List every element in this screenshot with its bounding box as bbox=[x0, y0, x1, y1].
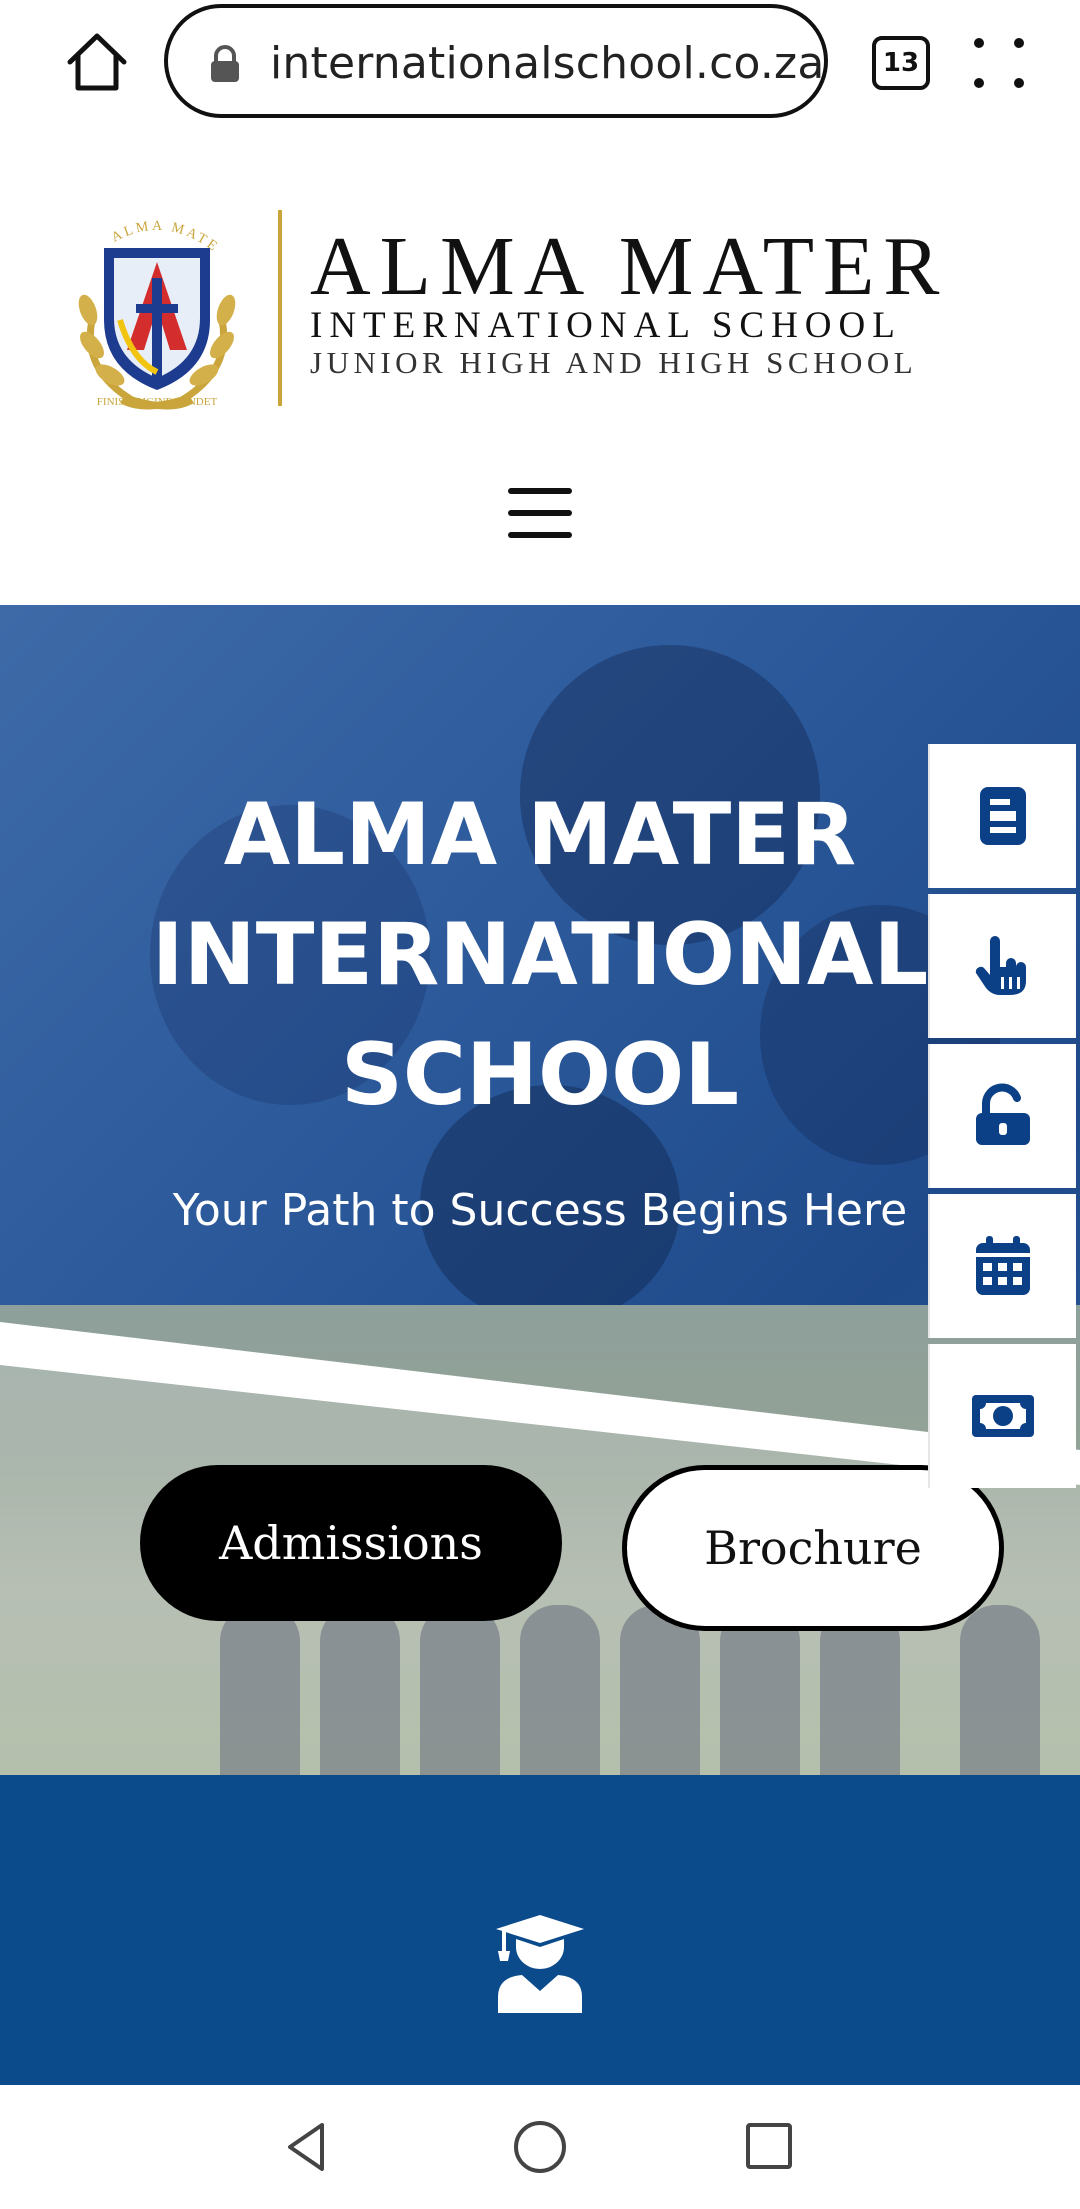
features-section bbox=[0, 1775, 1080, 2085]
pointer-hand-icon bbox=[975, 936, 1026, 995]
more-menu-icon[interactable] bbox=[974, 34, 1034, 94]
system-navigation-bar bbox=[0, 2085, 1080, 2209]
hero-banner: ALMA MATER INTERNATIONAL SCHOOL Your Pat… bbox=[0, 605, 1080, 1775]
hero-title-line: SCHOOL bbox=[340, 1025, 740, 1125]
home-icon[interactable] bbox=[62, 28, 132, 98]
hamburger-menu-icon[interactable] bbox=[508, 488, 572, 540]
school-crest-logo[interactable]: ALMA MATER FINIS ORIGINE PENDET bbox=[62, 200, 252, 412]
browser-toolbar: internationalschool.co.za 13 bbox=[0, 0, 1080, 130]
admissions-button[interactable]: Admissions bbox=[140, 1465, 562, 1621]
home-nav-icon[interactable] bbox=[514, 2121, 566, 2173]
crest-motto-top: ALMA MATER bbox=[62, 200, 219, 256]
tabs-counter-button[interactable]: 13 bbox=[872, 36, 930, 90]
graduate-icon bbox=[496, 1915, 584, 2013]
side-link-enrol[interactable] bbox=[928, 894, 1076, 1038]
logo-divider bbox=[278, 210, 282, 406]
side-link-calendar[interactable] bbox=[928, 1194, 1076, 1338]
hero-title-line: ALMA MATER bbox=[223, 785, 857, 885]
lock-icon bbox=[211, 45, 239, 82]
side-link-fees[interactable] bbox=[928, 1344, 1076, 1488]
hero-title-line: INTERNATIONAL bbox=[151, 905, 929, 1005]
side-quick-links bbox=[928, 744, 1080, 1494]
unlock-icon bbox=[976, 1083, 1030, 1145]
back-icon[interactable] bbox=[282, 2121, 334, 2173]
side-link-login[interactable] bbox=[928, 1044, 1076, 1188]
logo-line-junior-high: JUNIOR HIGH AND HIGH SCHOOL bbox=[310, 345, 918, 380]
document-icon bbox=[980, 787, 1026, 845]
logo-wordmark[interactable]: ALMA MATER INTERNATIONAL SCHOOL JUNIOR H… bbox=[310, 220, 1030, 380]
address-bar[interactable]: internationalschool.co.za bbox=[164, 4, 828, 118]
hero-subtitle: Your Path to Success Begins Here bbox=[172, 1185, 908, 1236]
hero-title: ALMA MATER INTERNATIONAL SCHOOL bbox=[120, 775, 960, 1135]
svg-text:ALMA MATER: ALMA MATER bbox=[62, 200, 222, 256]
side-link-apply[interactable] bbox=[928, 744, 1076, 888]
crest-motto-bottom: FINIS ORIGINE PENDET bbox=[97, 396, 218, 408]
money-icon bbox=[972, 1395, 1034, 1437]
url-text: internationalschool.co.za bbox=[270, 38, 825, 89]
recent-apps-icon[interactable] bbox=[746, 2123, 792, 2169]
calendar-icon bbox=[976, 1236, 1030, 1295]
logo-line-school-name: ALMA MATER bbox=[310, 220, 949, 313]
